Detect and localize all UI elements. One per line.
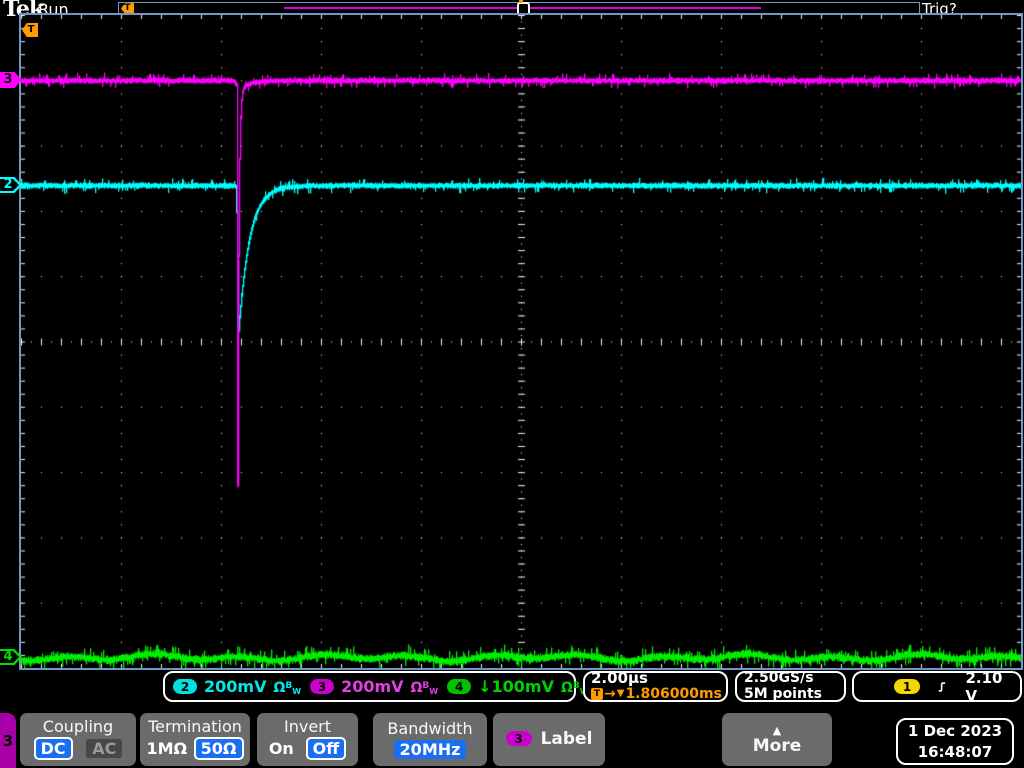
date-text: 1 Dec 2023 xyxy=(907,722,1003,741)
trigger-t-icon: T xyxy=(591,688,603,701)
invert-button[interactable]: Invert On Off xyxy=(257,713,358,766)
time-text: 16:48:07 xyxy=(917,742,993,761)
delay-triangle-icon: ▼ xyxy=(616,688,625,700)
ohm-symbol: Ω xyxy=(560,680,573,696)
channel-readouts: 2 200mV ΩBW 3 200mV ΩBW 4 ↓100mV ΩBW xyxy=(163,671,589,702)
ohm-symbol: Ω xyxy=(410,680,423,696)
channel-4-marker-label: 4 xyxy=(3,649,13,664)
channel-3-impedance: ΩBW xyxy=(411,677,439,696)
invert-off-option[interactable]: Off xyxy=(305,737,347,760)
bw-limit-icon: B xyxy=(572,681,580,691)
channel-3-marker[interactable]: 3 xyxy=(0,72,22,88)
channel-4-readout[interactable]: 4 ↓100mV ΩBW xyxy=(447,677,589,696)
coupling-dc-option[interactable]: DC xyxy=(33,737,73,760)
delay-value: 1.806000ms xyxy=(625,686,722,703)
label-channel-badge: 3 xyxy=(505,731,532,746)
horizontal-delay: T → ▼ 1.806000ms xyxy=(591,687,722,702)
trigger-source-badge: 1 xyxy=(894,679,920,694)
channel-2-impedance: ΩBW xyxy=(273,677,301,696)
termination-50ohm-option[interactable]: 50Ω xyxy=(193,737,244,760)
coupling-ac-option[interactable]: AC xyxy=(86,739,123,758)
more-button[interactable]: ▲ More xyxy=(722,713,832,766)
channel-2-badge: 2 xyxy=(173,679,197,694)
label-button[interactable]: 3 Label xyxy=(493,713,605,766)
termination-title: Termination xyxy=(148,717,242,736)
termination-button[interactable]: Termination 1MΩ 50Ω xyxy=(140,713,250,766)
invert-on-option[interactable]: On xyxy=(269,739,294,758)
menu-channel-tab: 3 xyxy=(0,713,16,768)
trigger-readout[interactable]: 1 2.10 V xyxy=(852,668,1022,705)
termination-1mohm-option[interactable]: 1MΩ xyxy=(146,739,187,758)
graticule xyxy=(19,13,1023,670)
waveform-display xyxy=(21,15,1021,668)
bw-limit-sub: W xyxy=(429,687,439,696)
channel-4-scale: ↓100mV xyxy=(478,677,554,696)
oscilloscope-screen: Tek Run Trig? T 3 2 4 T 2 200mV ΩBW 3 20… xyxy=(0,0,1024,768)
label-title: Label xyxy=(540,728,593,749)
channel-2-readout[interactable]: 2 200mV ΩBW xyxy=(173,677,301,696)
record-length: 5M points xyxy=(744,685,822,702)
bw-limit-sub: W xyxy=(292,687,302,696)
up-arrow-icon: ▲ xyxy=(772,723,782,737)
trigger-level-value: 2.10 V xyxy=(965,668,1003,705)
sample-rate: 2.50GS/s xyxy=(744,670,814,687)
more-title: More xyxy=(752,735,802,756)
acquisition-readout: 2.50GS/s 5M points xyxy=(735,670,846,702)
channel-3-readout[interactable]: 3 200mV ΩBW xyxy=(310,677,438,696)
arrow-icon: → xyxy=(604,686,616,703)
expansion-point-tick xyxy=(519,0,523,3)
ohm-symbol: Ω xyxy=(273,680,286,696)
coupling-button[interactable]: Coupling DC AC xyxy=(20,713,136,766)
channel-4-marker[interactable]: 4 xyxy=(0,649,22,665)
bandwidth-title: Bandwidth xyxy=(387,718,473,738)
timebase-scale: 2.00µs xyxy=(591,669,648,688)
coupling-title: Coupling xyxy=(42,717,114,736)
horizontal-readout[interactable]: 2.00µs T → ▼ 1.806000ms xyxy=(583,671,728,702)
datetime-display: 1 Dec 2023 16:48:07 xyxy=(896,718,1014,765)
channel-3-marker-label: 3 xyxy=(3,72,13,87)
channel-2-scale: 200mV xyxy=(204,677,267,696)
bandwidth-button[interactable]: Bandwidth 20MHz xyxy=(373,713,487,766)
bandwidth-value: 20MHz xyxy=(393,739,467,759)
channel-2-marker-label: 2 xyxy=(3,177,13,192)
channel-3-badge: 3 xyxy=(310,679,335,694)
rising-edge-slope-icon xyxy=(938,681,946,692)
channel-3-scale: 200mV xyxy=(341,677,404,696)
channel-2-marker[interactable]: 2 xyxy=(0,177,22,193)
channel-4-badge: 4 xyxy=(447,679,472,694)
invert-title: Invert xyxy=(283,717,332,736)
